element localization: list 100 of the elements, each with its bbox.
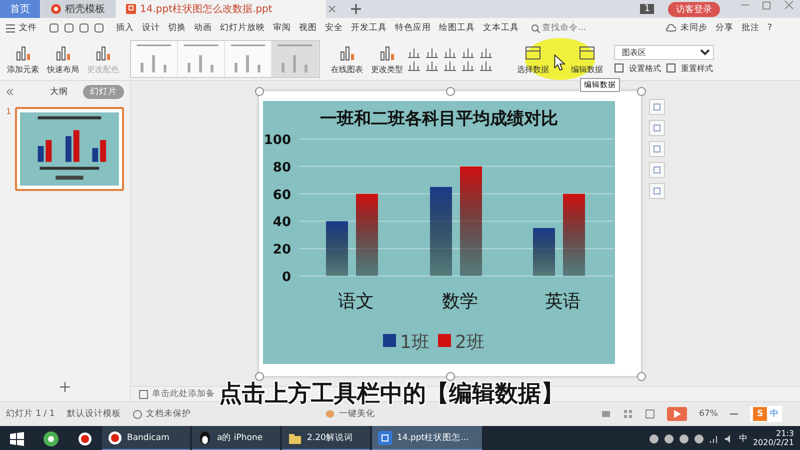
collapse-icon <box>6 88 14 96</box>
resize-handle[interactable] <box>636 372 646 381</box>
menu-tab[interactable]: 视图 <box>295 22 321 34</box>
menu-tab[interactable]: 文本工具 <box>479 22 523 34</box>
clock-date: 2020/2/21 <box>752 438 794 448</box>
menu-tab[interactable]: 审阅 <box>269 22 295 34</box>
share-button[interactable]: 分享 <box>711 22 738 34</box>
ribbon-button[interactable]: 添加元素 <box>4 44 42 74</box>
chart-style-option[interactable] <box>272 41 319 77</box>
taskbar-item[interactable]: 2.20解说词 <box>282 426 370 450</box>
chart-icon <box>54 44 72 62</box>
resize-handle[interactable] <box>446 372 454 381</box>
bar-chart-icon <box>426 60 438 70</box>
reset-style-button[interactable]: 重置样式 <box>678 62 716 74</box>
close-icon <box>784 0 794 10</box>
slide-number: 1 <box>6 107 12 118</box>
resize-handle[interactable] <box>446 87 454 96</box>
beautify-icon <box>324 409 335 419</box>
login-button[interactable]: 访客登录 <box>668 2 720 16</box>
slideshow-button[interactable] <box>667 407 688 421</box>
tray-app-icon <box>678 434 689 444</box>
y-tick-label: 40 <box>272 215 290 230</box>
notes-placeholder[interactable]: 单击此处添加备 <box>152 388 215 400</box>
browser-icon <box>43 430 59 446</box>
cursor-highlight <box>525 38 595 80</box>
bar-chart-icon <box>444 60 456 70</box>
window-count-badge: 1 <box>640 4 654 14</box>
ribbon-button[interactable]: 在线图表 <box>328 44 366 74</box>
legend-swatch <box>438 334 450 347</box>
y-tick-label: 80 <box>272 160 290 176</box>
slide-thumbnail[interactable] <box>15 107 124 191</box>
subtitle-caption: 点击上方工具栏中的【编辑数据】 <box>219 380 564 408</box>
ribbon-button[interactable]: 快速布局 <box>44 44 82 74</box>
sync-status[interactable]: 未同步 <box>676 22 712 34</box>
y-tick-label: 0 <box>281 270 290 285</box>
category-label: 英语 <box>544 291 580 311</box>
menu-tab[interactable]: 动画 <box>190 22 216 34</box>
bar-chart-icon <box>408 60 420 70</box>
table-icon <box>524 44 542 62</box>
menu-tab[interactable]: 绘图工具 <box>435 22 479 34</box>
input-method-indicator[interactable]: 中 <box>770 408 779 420</box>
comment-button[interactable]: 批注 <box>737 22 764 34</box>
restore-icon <box>762 0 772 10</box>
clock-time: 21:3 <box>776 430 794 438</box>
command-search-field[interactable]: 查找命令... <box>542 23 598 33</box>
mouse-cursor-icon <box>554 54 566 71</box>
file-menu[interactable]: 文件 <box>15 22 41 34</box>
taskbar-item[interactable]: a的 iPhone <box>192 426 280 450</box>
menu-tab[interactable]: 设计 <box>138 22 164 34</box>
record-icon <box>78 432 92 446</box>
document-tab[interactable]: 首页 <box>0 0 40 18</box>
zoom-level[interactable]: 67% <box>699 409 718 419</box>
resize-handle[interactable] <box>636 87 646 96</box>
chart-bar <box>326 221 348 276</box>
presentation-file-icon <box>126 4 136 14</box>
chart-title: 一班和二班各科目平均成绩对比 <box>320 109 558 128</box>
search-icon <box>531 24 540 32</box>
chart-style-option[interactable] <box>178 41 225 77</box>
menu-tab[interactable]: 安全 <box>321 22 347 34</box>
document-protection-status[interactable]: 文档未保护 <box>146 408 191 420</box>
sidebar-tab[interactable]: 大纲 <box>43 85 75 99</box>
bar-chart-icon <box>408 48 420 58</box>
chart-style-option[interactable] <box>225 41 272 77</box>
network-icon <box>708 434 719 444</box>
help-button[interactable]: ? <box>763 23 776 33</box>
chart-style-option[interactable] <box>131 41 178 77</box>
format-button[interactable]: 设置格式 <box>626 62 664 74</box>
menu-tab[interactable]: 特色应用 <box>391 22 435 34</box>
document-tab[interactable]: 稻壳模板 <box>41 0 115 18</box>
template-name[interactable]: 默认设计模板 <box>66 408 121 420</box>
resize-handle[interactable] <box>254 87 264 96</box>
menu-tab[interactable]: 切换 <box>164 22 190 34</box>
y-tick-label: 100 <box>263 133 290 148</box>
normal-view-icon <box>601 409 612 419</box>
menu-icon <box>6 24 15 32</box>
taskbar-item[interactable]: 14.ppt柱状图怎... <box>372 426 482 450</box>
chart-icon <box>94 44 112 62</box>
y-tick-label: 60 <box>272 188 290 203</box>
beautify-button[interactable]: 一键美化 <box>338 408 375 420</box>
menu-tab[interactable]: 开发工具 <box>347 22 391 34</box>
ribbon-button[interactable]: 更改类型 <box>368 44 406 74</box>
menu-tab[interactable]: 插入 <box>112 22 138 34</box>
bar-chart-icon <box>426 48 438 58</box>
windows-logo-icon <box>10 432 24 446</box>
chart-icon <box>338 44 356 62</box>
legend-swatch <box>382 334 396 347</box>
taskbar-item[interactable]: Bandicam <box>102 426 190 450</box>
grid-view-icon <box>623 409 634 419</box>
chart-element-dropdown[interactable]: 图表区 <box>614 44 714 60</box>
tray-app-icon <box>648 434 659 444</box>
menu-tab[interactable]: 幻灯片放映 <box>216 22 269 34</box>
play-icon <box>673 410 682 418</box>
chart-icon <box>14 44 32 62</box>
app-logo-icon <box>51 4 61 14</box>
document-tab[interactable]: 14.ppt柱状图怎么改数据.ppt <box>116 0 326 18</box>
bar-chart-icon <box>462 60 474 70</box>
penguin-icon <box>198 430 212 444</box>
resize-handle[interactable] <box>254 372 264 381</box>
input-method-indicator[interactable]: 中 <box>738 432 748 444</box>
category-label: 语文 <box>338 291 374 311</box>
